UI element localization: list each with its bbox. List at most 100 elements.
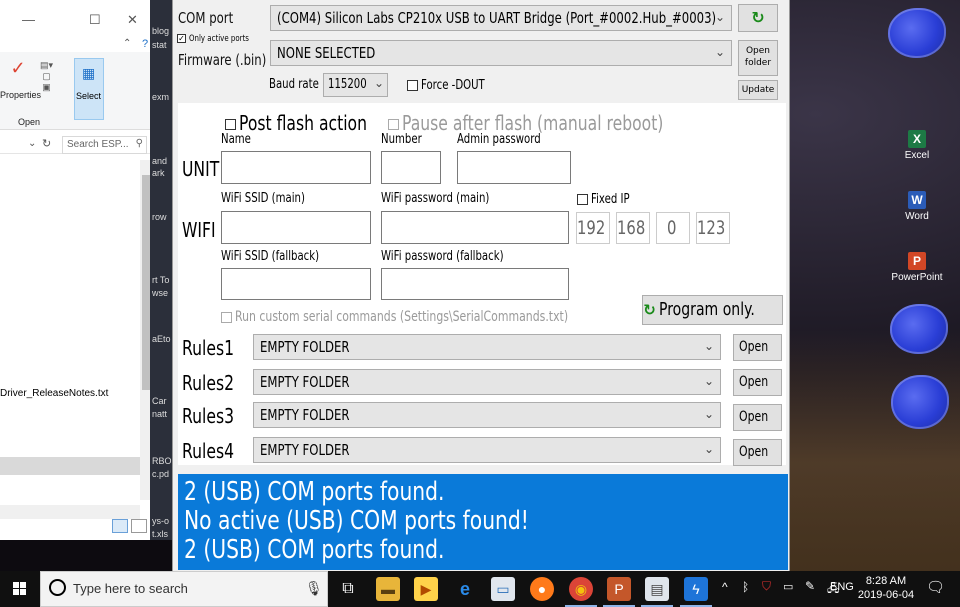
powerpoint-taskbar-icon[interactable]: P xyxy=(603,577,635,607)
open-folder-button[interactable]: Open folder xyxy=(738,40,778,76)
rules1-label: Rules1 xyxy=(182,336,235,360)
chevron-down-icon: ⌄ xyxy=(703,339,714,353)
number-field[interactable] xyxy=(381,151,441,184)
language-indicator[interactable]: ENG xyxy=(830,581,854,593)
firmware-select[interactable]: NONE SELECTED ⌄ xyxy=(270,40,732,66)
program-only-button[interactable]: ↻ Program only. xyxy=(642,295,783,325)
checkbox-box xyxy=(577,194,588,205)
ribbon-small-icons[interactable]: ▤▾ ▢ ▣ xyxy=(40,60,53,93)
remote-desktop-icon[interactable]: ▭ xyxy=(491,577,515,601)
admin-password-field[interactable] xyxy=(457,151,571,184)
notification-icon[interactable]: 🗨︎ xyxy=(926,578,945,596)
pen-icon[interactable]: ✎ xyxy=(805,579,815,593)
rules4-open-button[interactable]: Open xyxy=(733,439,782,466)
ribbon-properties[interactable]: Properties xyxy=(0,90,41,100)
com-port-select[interactable]: (COM4) Silicon Labs CP210x USB to UART B… xyxy=(270,5,732,31)
minimize-icon[interactable]: — xyxy=(22,12,35,27)
flasher-app-icon[interactable]: ϟ xyxy=(680,577,712,607)
select-button[interactable]: ▦ Select xyxy=(74,58,104,120)
blob-desktop-icon[interactable] xyxy=(890,304,948,354)
view-toggle-icons[interactable] xyxy=(112,519,152,537)
name-field[interactable] xyxy=(221,151,371,184)
rules3-open-button[interactable]: Open xyxy=(733,404,782,431)
chevron-up-icon[interactable]: ^ xyxy=(722,580,728,594)
word-label: Word xyxy=(905,211,929,222)
battery-icon[interactable]: ▭ xyxy=(783,580,793,593)
file-explorer-window: — ☐ ✕ ⌃ ? ✓ Properties ▤▾ ▢ ▣ ▦ Select Ope… xyxy=(0,0,157,540)
clock[interactable]: 8:28 AM 2019-06-04 xyxy=(857,574,915,602)
update-button[interactable]: Update xyxy=(738,80,778,100)
close-icon[interactable]: ✕ xyxy=(127,12,138,28)
com-port-label: COM port xyxy=(178,9,234,27)
refresh-ports-button[interactable]: ↻ xyxy=(738,4,778,32)
excel-desktop-icon[interactable]: X Excel xyxy=(887,130,947,161)
run-custom-serial-label: Run custom serial commands (Settings\Ser… xyxy=(235,309,569,325)
strip-text: Car xyxy=(152,396,167,406)
taskbar-search[interactable]: Type here to search 🎙︎ xyxy=(40,571,328,607)
com-port-value: (COM4) Silicon Labs CP210x USB to UART B… xyxy=(277,9,717,27)
blob-desktop-icon[interactable] xyxy=(888,8,946,58)
wifi-ssid-fallback-field[interactable] xyxy=(221,268,371,300)
refresh-icon: ↻ xyxy=(751,8,765,27)
word-desktop-icon[interactable]: W Word xyxy=(887,191,947,222)
rules1-select[interactable]: EMPTY FOLDER ⌄ xyxy=(253,334,721,360)
ip-octet-1[interactable]: 192 xyxy=(576,212,610,244)
selected-row[interactable] xyxy=(0,457,140,475)
firmware-value: NONE SELECTED xyxy=(277,44,376,62)
baud-rate-select[interactable]: 115200 ⌄ xyxy=(323,73,388,97)
force-dout-label: Force -DOUT xyxy=(421,78,485,93)
task-view-icon[interactable]: ⧉ xyxy=(336,577,360,601)
rules4-value: EMPTY FOLDER xyxy=(260,441,350,459)
help-icon[interactable]: ? xyxy=(142,38,148,50)
wifi-password-fallback-field[interactable] xyxy=(381,268,569,300)
horizontal-scrollbar[interactable] xyxy=(0,505,140,519)
ip-octet-3[interactable]: 0 xyxy=(656,212,690,244)
microphone-icon[interactable]: 🎙︎ xyxy=(305,580,323,597)
run-custom-serial-checkbox[interactable]: Run custom serial commands (Settings\Ser… xyxy=(221,309,662,325)
file-item[interactable]: Driver_ReleaseNotes.txt xyxy=(0,388,108,399)
maximize-icon[interactable]: ☐ xyxy=(89,12,101,28)
rules2-open-button[interactable]: Open xyxy=(733,369,782,396)
chevron-down-icon[interactable]: ⌄ xyxy=(28,138,36,149)
force-dout-checkbox[interactable]: Force -DOUT xyxy=(407,78,503,93)
excel-icon: X xyxy=(908,130,926,148)
strip-text: t.xls xyxy=(152,529,169,539)
strip-text: c.pd xyxy=(152,469,170,479)
rules4-label: Rules4 xyxy=(182,439,235,463)
strip-text: wse xyxy=(152,288,169,298)
firefox-icon[interactable]: ● xyxy=(530,577,554,601)
rules1-open-button[interactable]: Open xyxy=(733,334,782,361)
check-icon: ✓ xyxy=(177,34,186,43)
refresh-icon[interactable]: ↻ xyxy=(42,137,51,150)
bluetooth-icon[interactable]: ᛒ xyxy=(742,580,749,594)
blob-desktop-icon[interactable] xyxy=(891,375,949,429)
ip-octet-4[interactable]: 123 xyxy=(696,212,730,244)
chrome-icon[interactable]: ◉ xyxy=(565,577,597,607)
wifi-ssid-fallback-label: WiFi SSID (fallback) xyxy=(221,249,320,264)
wifi-password-main-field[interactable] xyxy=(381,211,569,244)
rules4-select[interactable]: EMPTY FOLDER ⌄ xyxy=(253,437,721,463)
chevron-up-icon[interactable]: ⌃ xyxy=(123,38,131,49)
search-placeholder: Search ESP... xyxy=(67,139,129,150)
chevron-down-icon: ⌄ xyxy=(703,442,714,456)
start-button[interactable] xyxy=(0,571,40,607)
file-explorer-icon[interactable]: ▬ xyxy=(376,577,400,601)
fixed-ip-checkbox[interactable]: Fixed IP xyxy=(577,192,641,207)
wifi-ssid-main-field[interactable] xyxy=(221,211,371,244)
network-app-icon[interactable]: ▤ xyxy=(641,577,673,607)
strip-text: and xyxy=(152,156,168,166)
internet-explorer-icon[interactable]: e xyxy=(453,577,477,601)
rules3-select[interactable]: EMPTY FOLDER ⌄ xyxy=(253,402,721,428)
media-player-icon[interactable]: ▶ xyxy=(414,577,438,601)
rules2-select[interactable]: EMPTY FOLDER ⌄ xyxy=(253,369,721,395)
chevron-down-icon: ⌄ xyxy=(703,374,714,388)
checkbox-box xyxy=(225,119,236,130)
search-input[interactable]: Search ESP... ⚲ xyxy=(62,136,147,154)
powerpoint-desktop-icon[interactable]: P PowerPoint xyxy=(887,252,947,283)
ip-octet-2[interactable]: 168 xyxy=(616,212,650,244)
security-shield-icon[interactable]: ⛉ xyxy=(762,579,771,594)
clock-date: 2019-06-04 xyxy=(857,589,915,601)
chevron-down-icon: ⌄ xyxy=(714,10,725,24)
only-active-ports-checkbox[interactable]: ✓ Only active ports xyxy=(177,34,266,44)
chevron-down-icon: ⌄ xyxy=(373,76,384,90)
